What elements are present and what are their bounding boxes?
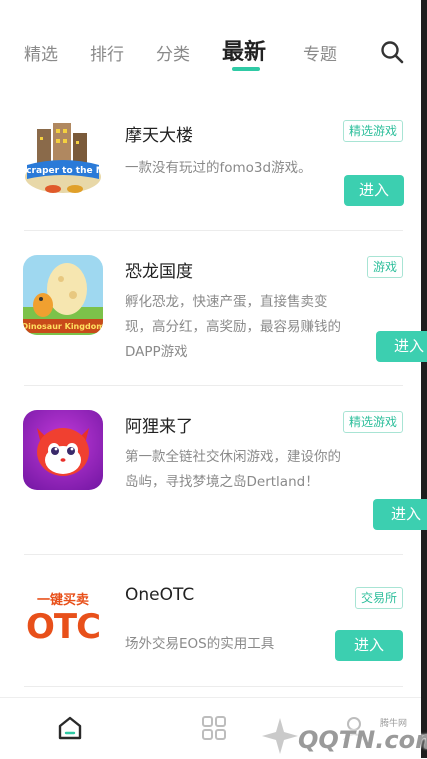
list-item[interactable]: Dinosaur Kingdom 恐龙国度 游戏 孵化恐龙，快速产蛋，直接售卖变… [0,231,427,386]
list-item[interactable]: 一键买卖 OTC OneOTC 交易所 场外交易EOS的实用工具 进入 [0,555,421,687]
icon-logo-text: Dinosaur Kingdom [23,322,103,331]
home-icon[interactable] [56,714,84,742]
app-title: 阿狸来了 [125,417,193,437]
app-icon-oneotc: 一键买卖 OTC [23,581,103,661]
watermark-logo-icon [262,718,298,754]
app-icon-dinosaur: Dinosaur Kingdom [23,255,103,335]
enter-button[interactable]: 进入 [344,175,404,206]
watermark-small-text: 腾牛网 [380,719,408,729]
list-item[interactable]: Skyscraper to the Moon 摩天大楼 精选游戏 一款没有玩过的… [0,99,421,231]
top-nav: 精选 排行 分类 最新 专题 [0,0,421,80]
search-icon[interactable] [380,40,404,64]
app-description: 场外交易EOS的实用工具 [125,636,275,652]
enter-button[interactable]: 进入 [376,331,427,362]
app-title: OneOTC [125,585,195,605]
watermark: QQTN.com 腾牛网 [260,712,427,756]
tab-latest[interactable]: 最新 [222,34,266,66]
app-title: 恐龙国度 [125,262,193,282]
icon-logo-text: Skyscraper to the Moon [23,166,103,176]
app-description: 第一款全链社交休闲游戏，建设你的岛屿，寻找梦境之岛Dertland！ [125,449,341,490]
icon-logo-text: 一键买卖 [36,593,89,608]
list-item[interactable]: 阿狸来了 精选游戏 第一款全链社交休闲游戏，建设你的岛屿，寻找梦境之岛Dertl… [0,386,427,555]
app-description: 孵化恐龙，快速产蛋，直接售卖变现，高分红，高奖励，最容易赚钱的DAPP游戏 [125,294,341,360]
tab-featured[interactable]: 精选 [24,40,58,65]
watermark-text: QQTN.com [298,726,427,754]
right-edge-strip [421,0,427,758]
divider [24,686,403,687]
app-description: 一款没有玩过的fomo3d游戏。 [125,160,312,176]
tab-ranking[interactable]: 排行 [90,40,124,65]
app-icon-skyscraper: Skyscraper to the Moon [23,119,103,199]
category-tag: 精选游戏 [342,120,403,142]
icon-logo-text: OTC [25,607,101,647]
category-tag: 游戏 [366,256,403,278]
grid-icon[interactable] [200,714,228,742]
category-tag: 精选游戏 [342,411,403,433]
app-title: 摩天大楼 [125,126,193,146]
enter-button[interactable]: 进入 [373,499,427,530]
tab-topics[interactable]: 专题 [303,40,337,65]
app-icon-ali [23,410,103,490]
category-tag: 交易所 [354,587,403,609]
active-tab-indicator [232,67,260,71]
tab-category[interactable]: 分类 [156,40,190,65]
enter-button[interactable]: 进入 [335,630,403,661]
